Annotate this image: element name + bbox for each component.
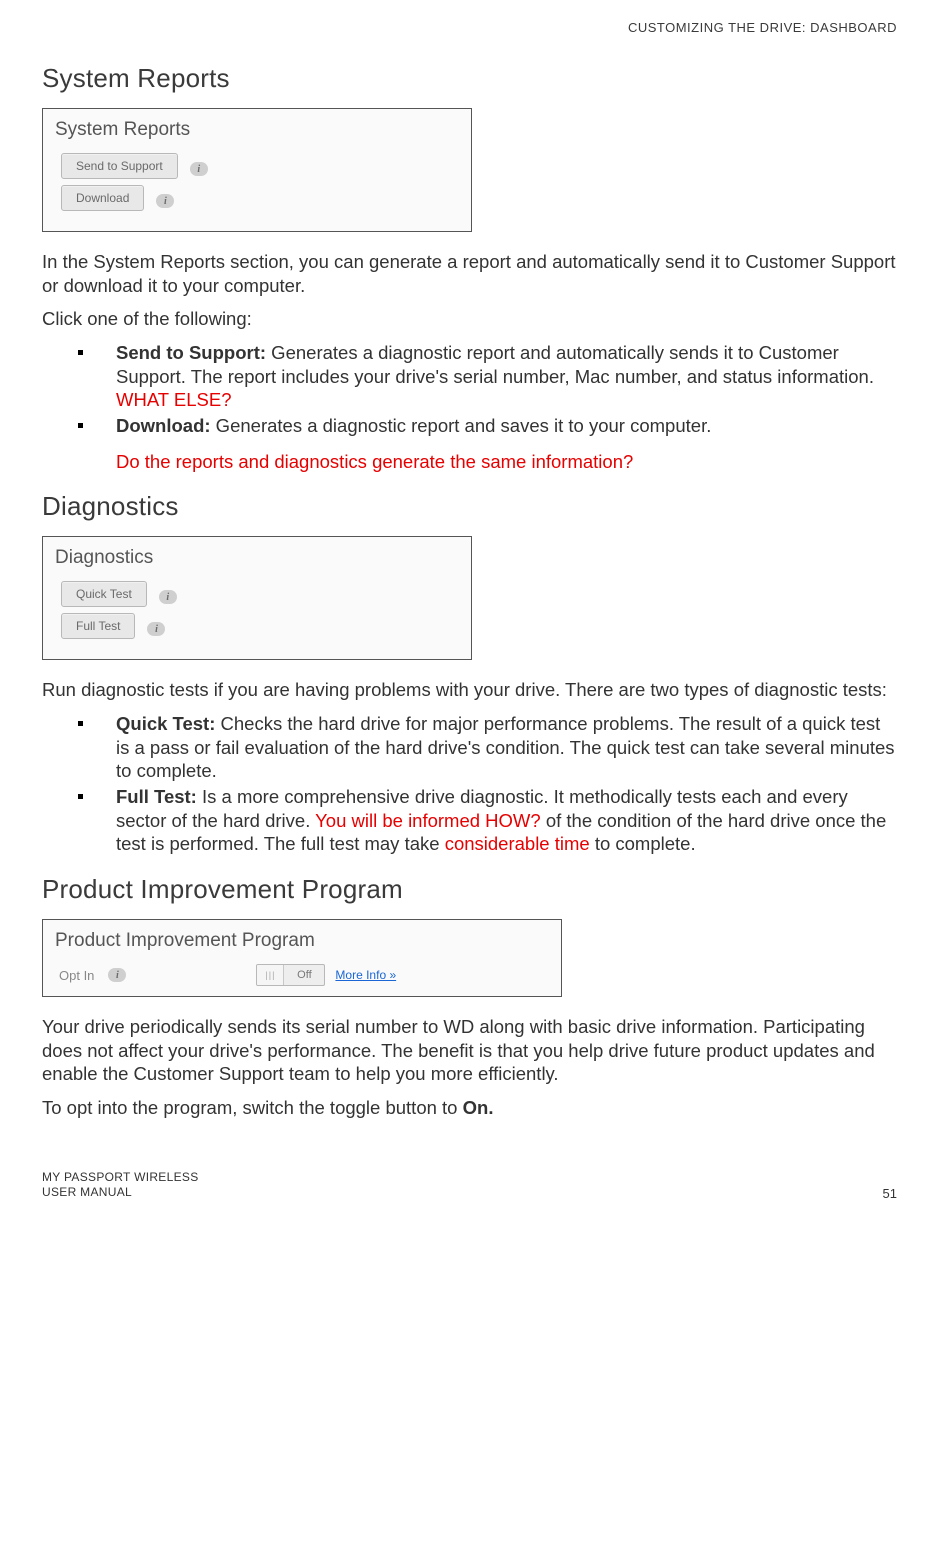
list-item: Full Test: Is a more comprehensive drive… <box>78 785 897 856</box>
info-icon[interactable]: i <box>159 590 177 604</box>
quick-test-button[interactable]: Quick Test <box>61 581 147 607</box>
system-reports-intro: In the System Reports section, you can g… <box>42 250 897 297</box>
quick-test-desc: Checks the hard drive for major performa… <box>116 713 895 781</box>
footer-product: MY PASSPORT WIRELESS <box>42 1170 199 1186</box>
info-icon[interactable]: i <box>108 968 126 982</box>
page-footer: MY PASSPORT WIRELESS USER MANUAL 51 <box>42 1170 897 1201</box>
page-header-breadcrumb: CUSTOMIZING THE DRIVE: DASHBOARD <box>42 20 897 35</box>
panel-title-pip: Product Improvement Program <box>55 930 549 952</box>
pip-on-bold: On. <box>463 1097 494 1118</box>
panel-title-system-reports: System Reports <box>55 119 459 141</box>
footer-subtitle: USER MANUAL <box>42 1185 199 1201</box>
download-term: Download: <box>116 415 211 436</box>
full-test-term: Full Test: <box>116 786 197 807</box>
section-title-diagnostics: Diagnostics <box>42 491 897 522</box>
diagnostics-list: Quick Test: Checks the hard drive for ma… <box>42 712 897 856</box>
section-title-pip: Product Improvement Program <box>42 874 897 905</box>
info-icon[interactable]: i <box>156 194 174 208</box>
send-to-support-term: Send to Support: <box>116 342 266 363</box>
list-item: Download: Generates a diagnostic report … <box>78 414 897 473</box>
panel-title-diagnostics: Diagnostics <box>55 547 459 569</box>
list-item: Quick Test: Checks the hard drive for ma… <box>78 712 897 783</box>
download-desc: Generates a diagnostic report and saves … <box>211 415 712 436</box>
opt-in-label: Opt In <box>59 968 94 983</box>
send-to-support-button[interactable]: Send to Support <box>61 153 178 179</box>
toggle-state: Off <box>284 969 324 981</box>
send-to-support-note: WHAT ELSE? <box>116 389 232 410</box>
pip-para1: Your drive periodically sends its serial… <box>42 1015 897 1086</box>
system-reports-click-one: Click one of the following: <box>42 307 897 331</box>
info-icon[interactable]: i <box>147 622 165 636</box>
system-reports-panel: System Reports Send to Support i Downloa… <box>42 108 472 232</box>
info-icon[interactable]: i <box>190 162 208 176</box>
full-test-part3: to complete. <box>590 833 696 854</box>
full-test-note2: considerable time <box>445 833 590 854</box>
pip-para2: To opt into the program, switch the togg… <box>42 1096 897 1120</box>
system-reports-list: Send to Support: Generates a diagnostic … <box>42 341 897 473</box>
page-number: 51 <box>883 1186 897 1201</box>
diagnostics-intro: Run diagnostic tests if you are having p… <box>42 678 897 702</box>
reports-question: Do the reports and diagnostics generate … <box>116 450 897 474</box>
section-title-system-reports: System Reports <box>42 63 897 94</box>
more-info-link[interactable]: More Info » <box>335 968 396 982</box>
full-test-button[interactable]: Full Test <box>61 613 135 639</box>
opt-in-toggle[interactable]: ||| Off <box>256 964 325 986</box>
full-test-note1: You will be informed HOW? <box>315 810 541 831</box>
list-item: Send to Support: Generates a diagnostic … <box>78 341 897 412</box>
diagnostics-panel: Diagnostics Quick Test i Full Test i <box>42 536 472 660</box>
toggle-grip-icon: ||| <box>257 965 284 985</box>
pip-para2a: To opt into the program, switch the togg… <box>42 1097 463 1118</box>
pip-panel: Product Improvement Program Opt In i |||… <box>42 919 562 997</box>
download-button[interactable]: Download <box>61 185 144 211</box>
quick-test-term: Quick Test: <box>116 713 215 734</box>
